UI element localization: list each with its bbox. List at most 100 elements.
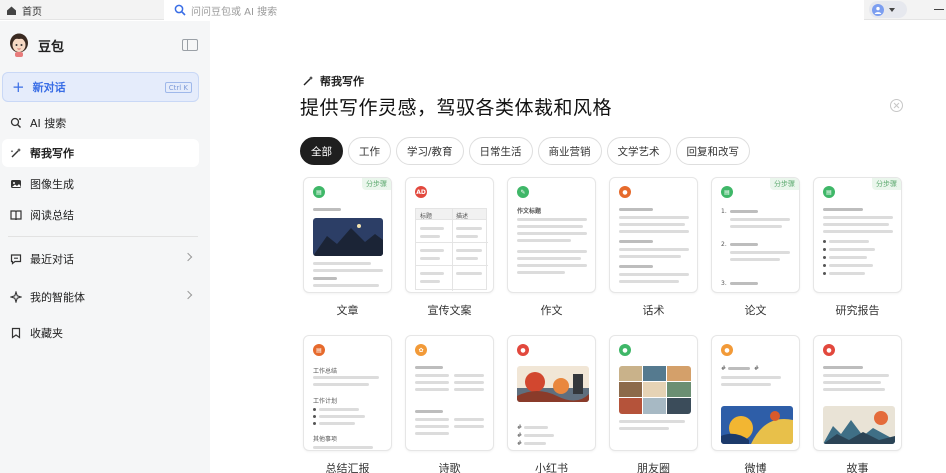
template-card-moments[interactable]: ●	[609, 335, 698, 451]
home-tab-label: 首页	[22, 6, 42, 18]
tab-home[interactable]: 首页	[0, 0, 164, 20]
card-label-ad-copy: 宣传文案	[427, 304, 472, 317]
painting-image	[721, 406, 793, 444]
sidebar-item-label: 图像生成	[30, 178, 74, 191]
minimize-icon[interactable]	[934, 9, 944, 10]
user-avatar	[872, 3, 884, 16]
category-tabs: 全部 工作 学习/教育 日常生活 商业营销 文学艺术 回复和改写	[300, 137, 755, 165]
shortcut-badge: Ctrl K	[164, 82, 192, 93]
template-card-thesis[interactable]: ▤ 分步骤 1. 2. 3.	[711, 177, 800, 293]
book-icon	[10, 209, 22, 221]
template-card-script[interactable]: ●	[609, 177, 698, 293]
sidebar-item-label: 我的智能体	[30, 291, 85, 304]
search-placeholder: 问问豆包或 AI 搜索	[191, 6, 278, 18]
card-label-moments: 朋友圈	[637, 462, 670, 473]
tab-daily-life[interactable]: 日常生活	[468, 137, 533, 165]
card-label-weibo: 微博	[744, 462, 767, 473]
tab-study-education[interactable]: 学习/教育	[396, 137, 464, 165]
search-icon	[174, 4, 186, 16]
tab-all[interactable]: 全部	[300, 137, 343, 165]
template-card-weibo[interactable]: ● # #	[711, 335, 800, 451]
card-label-article: 文章	[336, 304, 359, 317]
card-label-story: 故事	[846, 462, 869, 473]
sidebar-item-label: 收藏夹	[30, 327, 63, 340]
report-icon: ▤	[823, 186, 835, 198]
landscape-image	[823, 406, 895, 444]
pen-sparkle-icon	[10, 147, 22, 159]
weibo-icon: ●	[721, 344, 733, 356]
sparkle-icon	[10, 291, 22, 303]
template-card-poetry[interactable]: ✿	[405, 335, 494, 451]
sidebar-item-writing[interactable]: 帮我写作	[2, 139, 199, 167]
page-title: 提供写作灵感，驾驭各类体裁和风格	[300, 97, 613, 119]
sidebar-item-label: 阅读总结	[30, 209, 74, 222]
chat-bubble-icon	[10, 253, 22, 265]
new-chat-button[interactable]: + 新对话 Ctrl K	[2, 72, 199, 102]
top-bar: 首页 问问豆包或 AI 搜索	[0, 0, 946, 20]
ad-table: 标题 描述	[415, 208, 488, 291]
step-tag: 分步骤	[362, 178, 391, 190]
sidebar-item-label: 最近对话	[30, 253, 74, 266]
plus-icon: +	[12, 77, 25, 96]
ad-icon: AD	[415, 186, 427, 198]
tab-work[interactable]: 工作	[348, 137, 391, 165]
chevron-down-icon	[889, 7, 895, 12]
card-label-research-report: 研究报告	[835, 304, 880, 317]
essay-title: 作文标题	[517, 208, 542, 215]
xiaohongshu-icon: ●	[517, 344, 529, 356]
sidebar-item-my-agents[interactable]: 我的智能体	[2, 283, 199, 311]
photo-grid-image	[619, 366, 691, 414]
section-eyebrow: 帮我写作	[302, 73, 364, 89]
image-icon	[10, 178, 22, 190]
home-icon	[6, 5, 17, 16]
sidebar-item-ai-search[interactable]: AI 搜索	[2, 109, 199, 137]
sidebar-item-favorites[interactable]: 收藏夹	[2, 319, 199, 347]
person-icon: ●	[619, 186, 631, 198]
close-icon[interactable]	[890, 99, 903, 112]
new-chat-label: 新对话	[32, 81, 66, 94]
sidebar: 豆包 + 新对话 Ctrl K AI 搜索 帮我写作 图像生成 阅读总结 最近对…	[0, 21, 210, 473]
eyebrow-label: 帮我写作	[320, 75, 364, 88]
doubao-logo-icon	[10, 33, 28, 57]
template-card-story[interactable]: ●	[813, 335, 902, 451]
story-icon: ●	[823, 344, 835, 356]
template-card-essay[interactable]: ✎ 作文标题	[507, 177, 596, 293]
template-card-ad-copy[interactable]: AD 标题 描述	[405, 177, 494, 293]
card-label-xiaohongshu: 小红书	[535, 462, 568, 473]
chevron-right-icon	[183, 290, 193, 300]
template-card-summary-report[interactable]: ▤ 工作总结 工作计划 其他事项	[303, 335, 392, 451]
account-menu[interactable]	[869, 1, 907, 18]
pen-sparkle-icon	[302, 75, 314, 87]
template-card-research-report[interactable]: ▤ 分步骤	[813, 177, 902, 293]
tab-literature-art[interactable]: 文学艺术	[606, 137, 671, 165]
step-tag: 分步骤	[872, 178, 901, 190]
main-content: 帮我写作 提供写作灵感，驾驭各类体裁和风格 全部 工作 学习/教育 日常生活 商…	[210, 21, 946, 473]
card-label-thesis: 论文	[744, 304, 767, 317]
sidebar-item-reading-summary[interactable]: 阅读总结	[2, 201, 199, 229]
brand[interactable]: 豆包	[8, 33, 64, 57]
moments-icon: ●	[619, 344, 631, 356]
sidebar-item-recent-chats[interactable]: 最近对话	[2, 245, 199, 273]
card-label-poetry: 诗歌	[438, 462, 461, 473]
card-label-summary-report: 总结汇报	[325, 462, 370, 473]
search-input[interactable]: 问问豆包或 AI 搜索	[164, 0, 864, 20]
sidebar-toggle-icon[interactable]	[182, 39, 198, 51]
article-icon: ▤	[313, 186, 325, 198]
report-icon: ▤	[313, 344, 325, 356]
card-label-script: 话术	[642, 304, 665, 317]
sidebar-divider	[8, 236, 198, 237]
tab-reply-rewrite[interactable]: 回复和改写	[675, 137, 751, 165]
poem-icon: ✿	[415, 344, 427, 356]
template-card-article[interactable]: ▤ 分步骤	[303, 177, 392, 293]
bookmark-icon	[10, 327, 22, 339]
sidebar-item-image-generation[interactable]: 图像生成	[2, 170, 199, 198]
tab-business-marketing[interactable]: 商业营销	[537, 137, 602, 165]
sidebar-item-label: 帮我写作	[30, 147, 74, 160]
sidebar-item-label: AI 搜索	[30, 117, 67, 130]
card-label-essay: 作文	[540, 304, 563, 317]
template-card-xiaohongshu[interactable]: ● # # #	[507, 335, 596, 451]
ai-search-icon	[10, 117, 22, 129]
step-tag: 分步骤	[770, 178, 799, 190]
mountain-image	[313, 218, 383, 256]
essay-icon: ✎	[517, 186, 529, 198]
